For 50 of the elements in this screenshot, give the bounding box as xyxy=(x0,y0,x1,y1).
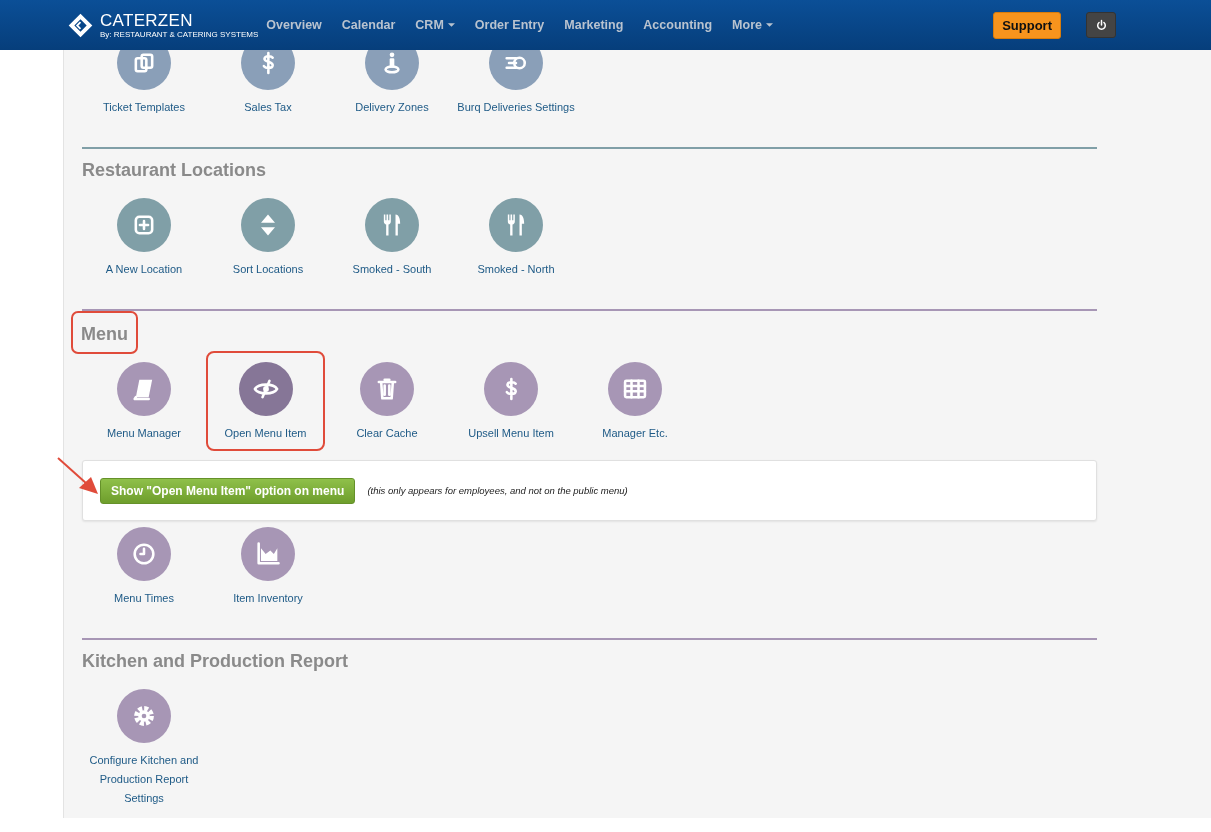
tile-link[interactable]: A New Location xyxy=(105,260,183,279)
tile-link[interactable]: Ticket Templates xyxy=(103,98,185,117)
section-heading: Kitchen and Production Report xyxy=(82,650,348,672)
tile-link[interactable]: Smoked - South xyxy=(352,260,432,279)
tile-button[interactable] xyxy=(241,527,295,581)
tile-button[interactable] xyxy=(360,362,414,416)
tile-button[interactable] xyxy=(117,50,171,90)
tile-button[interactable] xyxy=(608,362,662,416)
tile-button[interactable] xyxy=(365,50,419,90)
area-chart-icon xyxy=(254,540,282,568)
tile-button[interactable] xyxy=(117,689,171,743)
tile-button[interactable] xyxy=(241,50,295,90)
nav-link[interactable]: Overview xyxy=(266,18,322,32)
tile-link[interactable]: Item Inventory xyxy=(233,589,303,608)
logo-text: CATERZEN xyxy=(100,11,194,30)
section-heading: Menu xyxy=(81,323,128,345)
nav-link[interactable]: CRM xyxy=(415,18,455,32)
tile-link[interactable]: Configure Kitchen and Production Report Settings xyxy=(84,751,204,808)
tile-button[interactable] xyxy=(117,362,171,416)
tile-button[interactable] xyxy=(484,362,538,416)
nav-link[interactable]: Accounting xyxy=(643,18,713,32)
nav-link[interactable]: Order Entry xyxy=(474,18,545,32)
tile-button[interactable] xyxy=(117,198,171,252)
section-heading: Restaurant Locations xyxy=(82,159,267,181)
tile-link[interactable]: Burq Deliveries Settings xyxy=(457,98,575,117)
tile-button[interactable] xyxy=(489,198,543,252)
tile-link[interactable]: Smoked - North xyxy=(477,260,555,279)
tile-link[interactable]: Delivery Zones xyxy=(355,98,429,117)
nav-link[interactable]: Calendar xyxy=(341,18,396,32)
power-button[interactable] xyxy=(1086,12,1116,38)
tile-link[interactable]: Open Menu Item xyxy=(224,423,307,443)
notice-text: (this only appears for employees, and not on the public menu) xyxy=(367,485,628,496)
logo-icon xyxy=(67,11,94,39)
tile-button[interactable] xyxy=(489,50,543,90)
tile-button[interactable] xyxy=(365,198,419,252)
tile-button[interactable] xyxy=(117,527,171,581)
tile-link[interactable]: Clear Cache xyxy=(356,424,418,443)
tile-link[interactable]: Menu Times xyxy=(114,589,174,608)
nav-link[interactable]: More xyxy=(732,18,773,32)
support-button[interactable]: Support xyxy=(993,11,1061,39)
tile-link[interactable]: Menu Manager xyxy=(107,424,181,443)
power-icon xyxy=(1094,18,1108,32)
logo-tagline: By: RESTAURANT & CATERING SYSTEMS xyxy=(100,29,259,39)
tile-link[interactable]: Sort Locations xyxy=(232,260,304,279)
clock-icon xyxy=(130,540,158,568)
tile-link[interactable]: Manager Etc. xyxy=(602,424,668,443)
tile-link[interactable]: Sales Tax xyxy=(244,98,292,117)
tile-link[interactable]: Upsell Menu Item xyxy=(468,424,554,443)
nav-link[interactable]: Marketing xyxy=(564,18,624,32)
tile-button[interactable] xyxy=(241,198,295,252)
